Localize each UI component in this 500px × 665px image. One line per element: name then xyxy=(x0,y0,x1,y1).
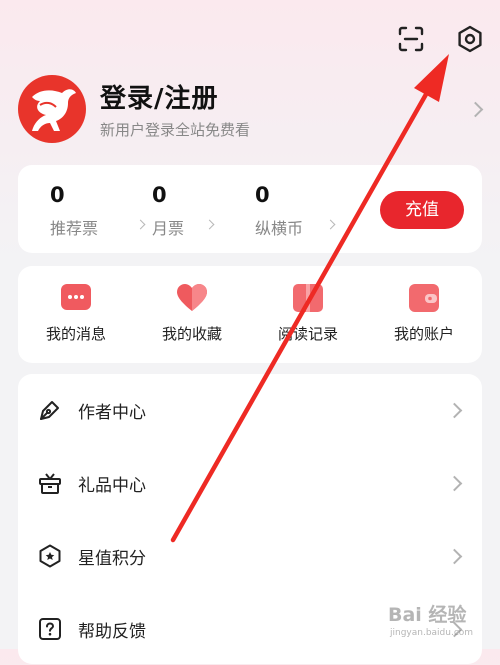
quick-action-label: 我的消息 xyxy=(45,325,106,343)
stats-card: 0 推荐票 0 月票 0 纵横币 充值 xyxy=(18,165,482,253)
stat-value: 0 xyxy=(50,183,65,207)
heart-icon xyxy=(176,283,208,313)
chevron-right-icon xyxy=(446,548,463,565)
menu-item-label: 礼品中心 xyxy=(78,476,146,496)
chevron-right-icon xyxy=(446,402,463,419)
watermark-main: Bai 经验 xyxy=(388,604,467,626)
watermark-sub: jingyan.baidu.com xyxy=(390,628,474,638)
quick-actions-card: 我的消息 我的收藏 阅读记录 我的账户 xyxy=(18,266,482,363)
stat-value: 0 xyxy=(255,183,270,207)
menu-item-star-points[interactable]: 星值积分 xyxy=(18,520,482,592)
wallet-icon xyxy=(408,283,440,313)
watermark-logo: Bai 经验 jingyan.baidu.com xyxy=(380,598,498,646)
stat-label: 推荐票 xyxy=(50,219,99,238)
quick-action-label: 我的账户 xyxy=(393,325,454,343)
login-register-title[interactable]: 登录/注册 xyxy=(100,78,219,115)
profile-chevron-icon[interactable] xyxy=(467,101,484,118)
chevron-right-icon xyxy=(204,219,215,230)
avatar[interactable] xyxy=(18,75,86,143)
login-subtitle: 新用户登录全站免费看 xyxy=(100,121,251,139)
stat-label: 月票 xyxy=(152,219,185,238)
message-icon xyxy=(60,283,92,313)
book-icon xyxy=(292,283,324,313)
recharge-button[interactable]: 充值 xyxy=(380,191,464,229)
gift-icon xyxy=(38,471,62,495)
chevron-right-icon xyxy=(446,475,463,492)
scan-icon[interactable] xyxy=(396,24,426,54)
menu-item-gift-center[interactable]: 礼品中心 xyxy=(18,447,482,519)
help-icon xyxy=(38,617,62,641)
stat-label: 纵横币 xyxy=(255,219,304,238)
pen-icon xyxy=(38,398,62,422)
menu-item-author-center[interactable]: 作者中心 xyxy=(18,374,482,446)
menu-item-label: 帮助反馈 xyxy=(78,622,146,642)
star-badge-icon xyxy=(38,544,62,568)
chevron-right-icon xyxy=(135,219,146,230)
menu-item-label: 星值积分 xyxy=(78,549,146,569)
settings-icon[interactable] xyxy=(455,24,485,54)
chevron-right-icon xyxy=(325,219,336,230)
menu-item-label: 作者中心 xyxy=(78,403,146,423)
quick-action-label: 我的收藏 xyxy=(161,325,222,343)
quick-action-label: 阅读记录 xyxy=(277,325,338,343)
stat-value: 0 xyxy=(152,183,167,207)
